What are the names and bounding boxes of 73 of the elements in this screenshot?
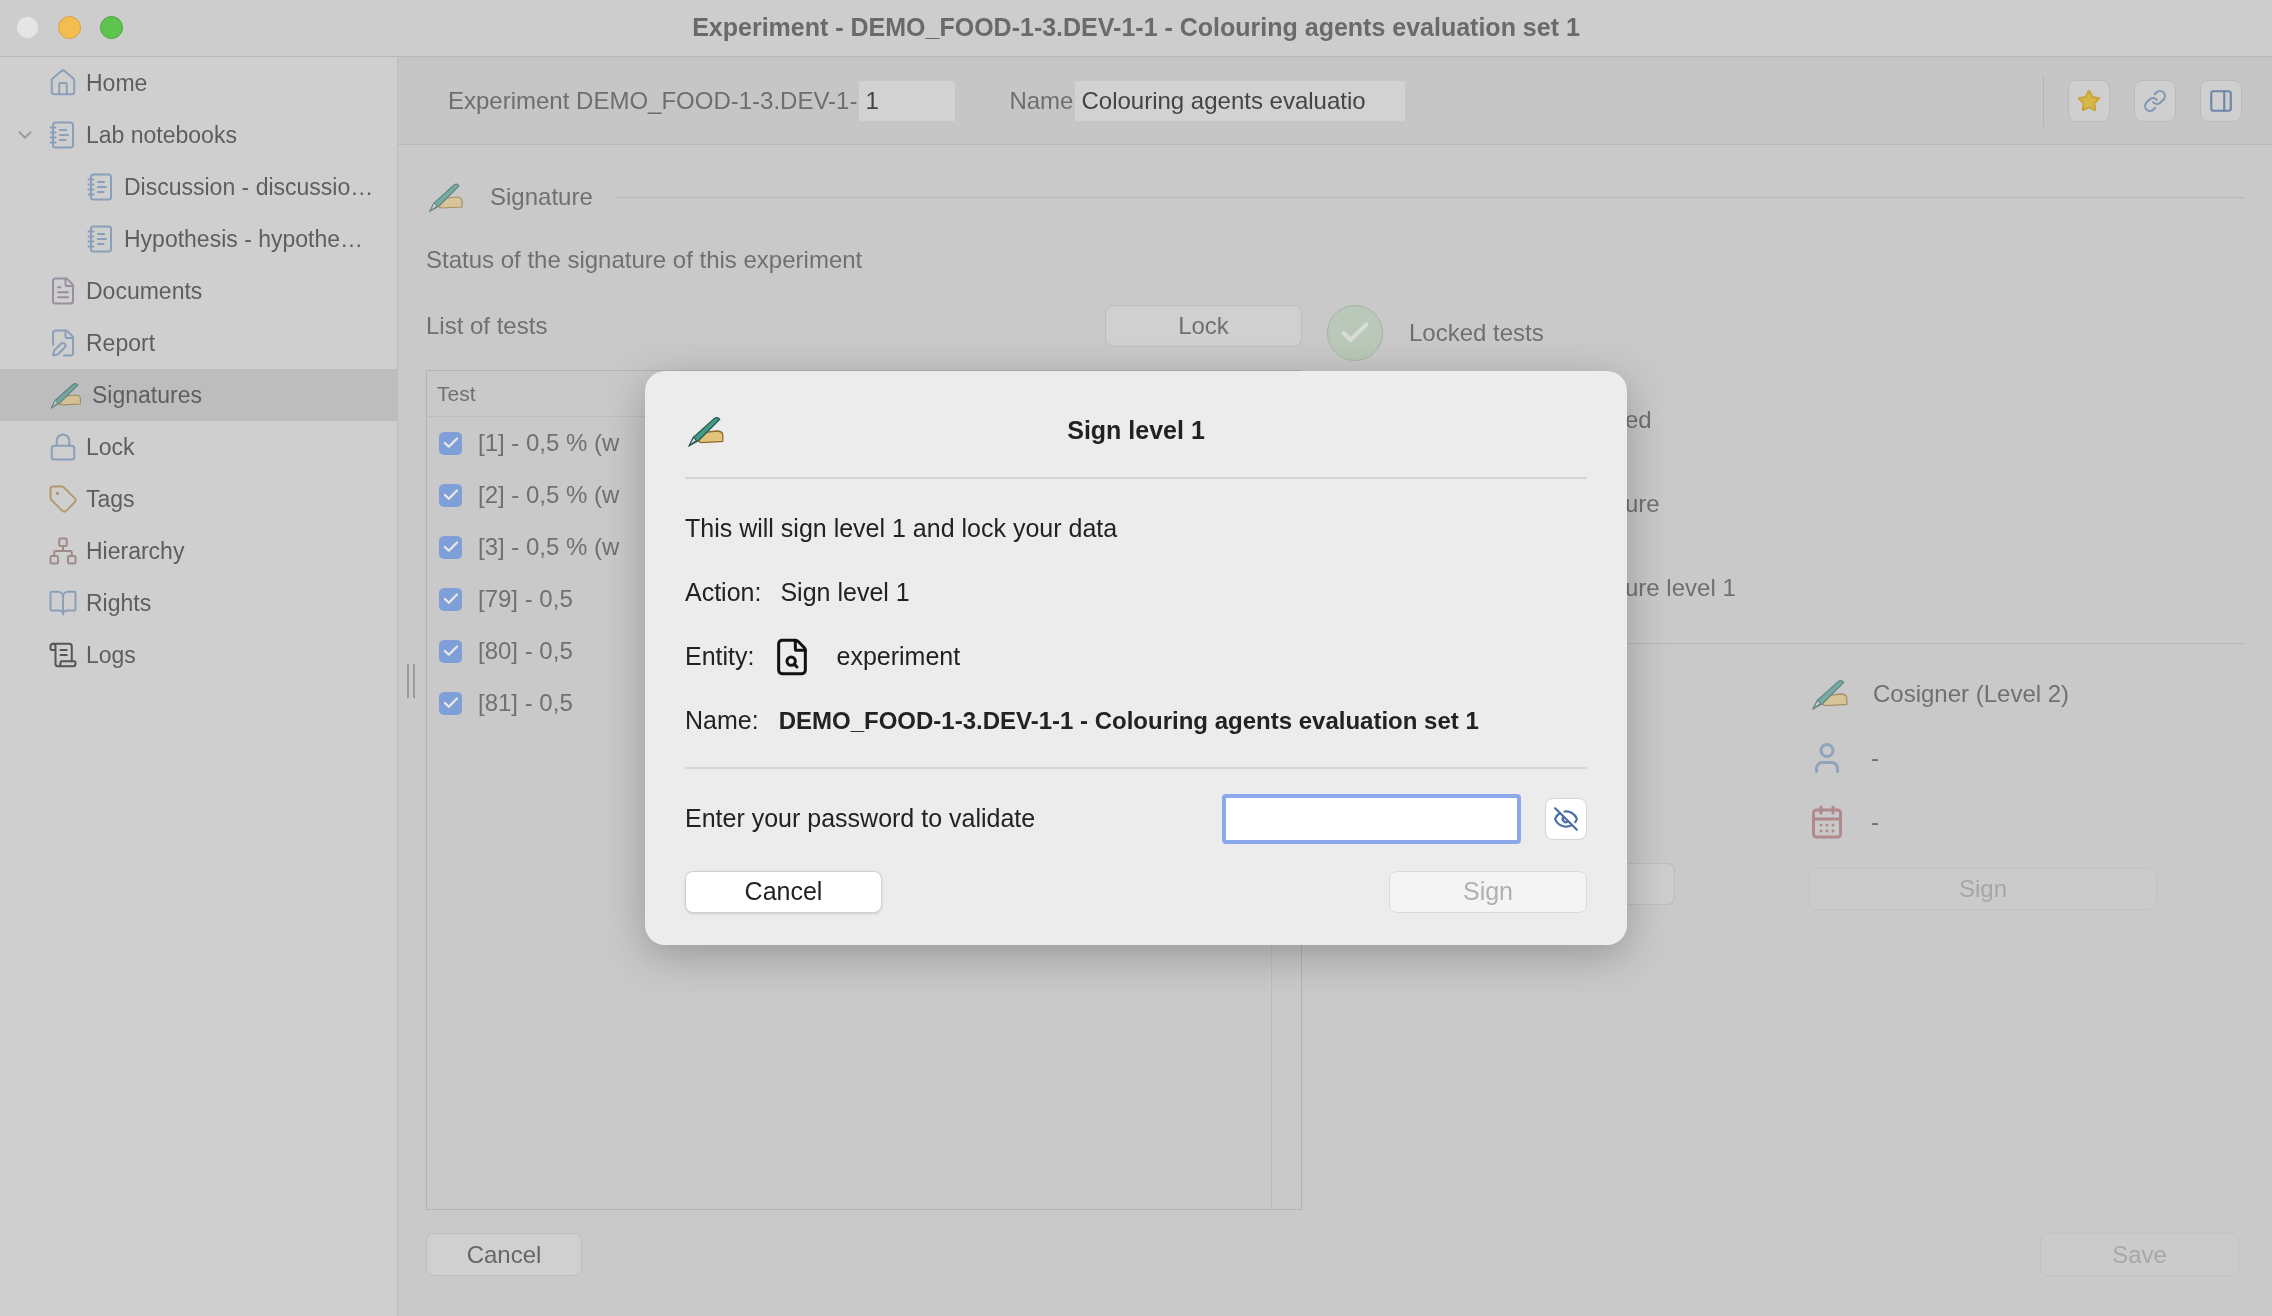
signature-icon [426,181,466,213]
test-checkbox[interactable] [439,535,462,559]
button[interactable] [1625,863,1675,905]
sidebar-item[interactable]: Discussion - discussio… [0,161,397,213]
sidebar-item-icon [48,484,78,514]
sidebar-item-icon [48,588,78,618]
list-label: List of tests [426,311,548,341]
test-checkbox[interactable] [439,483,462,507]
panel-toggle-button[interactable] [2200,79,2242,122]
field-label: Entity: [685,641,755,673]
status-text: ure level 1 [1625,573,1736,603]
test-name[interactable]: [2] - 0,5 % (w [478,477,620,513]
sidebar-item-icon [48,68,78,98]
name-field[interactable]: Colouring agents evaluatio [1075,80,1406,121]
sidebar-item[interactable]: Report [0,317,397,369]
field-value: Sign level 1 [780,577,910,609]
test-name[interactable]: [81] - 0,5 [478,685,573,721]
password-field[interactable] [1222,794,1521,844]
sidebar-item[interactable]: Lock [0,421,397,473]
star-icon [2077,88,2101,113]
status-description: Status of the signature of this experiment [426,245,864,275]
sidebar-item[interactable]: Documents [0,265,397,317]
field-label: Action: [685,577,762,609]
locked-tests-label: Locked tests [1409,318,1544,348]
sidebar-item[interactable]: Lab notebooks [0,109,397,161]
sidebar-item-icon [48,640,78,670]
minimize-window-button[interactable] [58,16,81,39]
link-icon [2143,88,2167,113]
section-title: Signature [490,182,593,212]
cosigner-title: Cosigner (Level 2) [1873,679,2070,709]
sidebar-item[interactable]: Signatures [0,369,397,421]
panel-icon [2208,87,2234,114]
cosigner-user: - [1871,743,1879,773]
password-label: Enter your password to validate [685,803,1036,835]
dialog-message: This will sign level 1 and lock your data [685,513,1118,545]
sidebar-item[interactable]: Home [0,57,397,109]
toggle-visibility-button[interactable] [1545,798,1587,840]
favorite-button[interactable] [2068,79,2110,122]
sidebar-item-icon [48,432,78,462]
dialog-title: Sign level 1 [1066,415,1206,447]
test-name[interactable]: [1] - 0,5 % (w [478,425,620,461]
column-header: Test [437,380,476,407]
status-text: ure [1625,489,1660,519]
test-name[interactable]: [79] - 0,5 [478,581,573,617]
calendar-icon [1809,804,1845,840]
field-value: experiment [836,641,961,673]
test-checkbox[interactable] [439,431,462,455]
sidebar-item-icon [48,536,78,566]
field-value: DEMO_FOOD-1-3.DEV-1-1 - Colouring agents evaluation set 1 [778,706,1479,736]
sidebar-item[interactable]: Logs [0,629,397,681]
field-label: Name: [685,705,759,737]
experiment-number-field[interactable]: 1 [859,80,956,121]
signature-icon [48,380,84,410]
test-checkbox[interactable] [439,691,462,715]
window-title: Experiment - DEMO_FOOD-1-3.DEV-1-1 - Colouring agents evaluation set 1 [692,12,1580,44]
dialog-cancel-button[interactable]: Cancel [685,871,882,913]
sidebar-item[interactable]: Rights [0,577,397,629]
sidebar-item[interactable]: Hierarchy [0,525,397,577]
maximize-window-button[interactable] [100,16,123,39]
link-button[interactable] [2134,79,2176,122]
sidebar-item[interactable]: Tags [0,473,397,525]
eye-off-icon [1553,806,1579,832]
test-checkbox[interactable] [439,639,462,663]
cosigner-date: - [1871,807,1879,837]
close-window-button[interactable] [16,16,39,39]
sidebar-item[interactable]: Hypothesis - hypothe… [0,213,397,265]
status-text: ed [1625,405,1652,435]
test-name[interactable]: [80] - 0,5 [478,633,573,669]
test-name[interactable]: [3] - 0,5 % (w [478,529,620,565]
cancel-button[interactable]: Cancel [426,1233,582,1276]
resize-handle[interactable] [407,664,415,698]
lock-button[interactable]: Lock [1105,305,1302,347]
test-checkbox[interactable] [439,587,462,611]
